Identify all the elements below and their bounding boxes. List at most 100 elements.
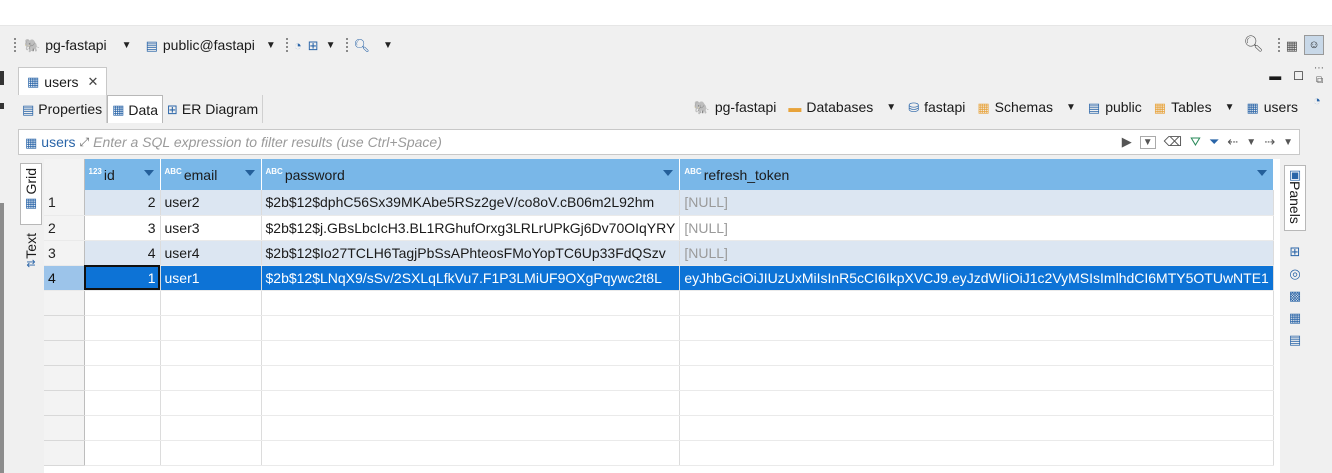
cell-password[interactable]: $2b$12$dphC56Sx39MKAbe5RSz2geV/co8oV.cB0…	[261, 190, 681, 216]
connection-selector[interactable]: 🐘 pg-fastapi ▼	[24, 37, 132, 53]
search-dropdown-button[interactable]: 🔍︎ ▼	[354, 39, 393, 52]
column-header-email[interactable]: ABC email	[160, 159, 262, 190]
sort-arrow-icon[interactable]	[244, 170, 255, 176]
cell-email[interactable]: user3	[160, 215, 262, 241]
crumb-connection[interactable]: 🐘 pg-fastapi	[694, 99, 777, 115]
crumb-database[interactable]: ⛁ fastapi	[908, 99, 965, 115]
row-number[interactable]: 1	[44, 190, 85, 216]
cell-refresh-token[interactable]: [NULL]	[679, 215, 1274, 241]
chevron-down-icon[interactable]: ▼	[266, 40, 276, 51]
cell-password[interactable]: $2b$12$j.GBsLbcIcH3.BL1RGhufOrxg3LRLrUPk…	[261, 215, 681, 241]
references-icon[interactable]: ▤	[1288, 333, 1302, 347]
right-trim: ⋯ ⧉ ◔	[1310, 63, 1332, 473]
cell-email[interactable]: user2	[160, 190, 262, 216]
crumb-databases[interactable]: ▬ Databases ▼	[788, 99, 896, 115]
crumb-table[interactable]: ▦ users	[1246, 99, 1298, 115]
metadata-panel-icon[interactable]: ⊞	[1288, 245, 1302, 259]
tab-grid-label: Grid	[23, 168, 39, 195]
panels-toggle[interactable]: ▣ Panels	[1284, 165, 1306, 231]
chevron-down-icon[interactable]: ▼	[326, 40, 336, 51]
avatar[interactable]: ☺	[1304, 35, 1324, 55]
expand-icon[interactable]: ⤢	[80, 136, 90, 148]
cell-id[interactable]: 2	[84, 190, 161, 216]
cell-refresh-token[interactable]: [NULL]	[679, 240, 1274, 266]
crumb-label: fastapi	[924, 99, 966, 115]
chevron-down-icon[interactable]: ▼	[1283, 137, 1293, 148]
crumb-schemas[interactable]: ▦ Schemas ▼	[977, 99, 1076, 115]
cell-refresh-token[interactable]: eyJhbGciOiJIUzUxMiIsInR5cCI6IkpXVCJ9.eyJ…	[679, 265, 1274, 291]
folder-icon: ▦	[977, 99, 990, 115]
tab-er-diagram[interactable]: ⊞ ER Diagram	[163, 95, 264, 123]
filter-settings-icon[interactable]: ⛛	[1190, 134, 1201, 150]
back-icon[interactable]: ⇠	[1227, 134, 1238, 150]
restore-window-icon[interactable]: ⧉	[1316, 75, 1323, 86]
grouping-icon[interactable]: ▩	[1288, 289, 1302, 303]
row-number[interactable]: 4	[44, 265, 85, 291]
forward-icon[interactable]: ⇢	[1264, 134, 1275, 150]
cell-id[interactable]: 3	[84, 215, 161, 241]
sort-arrow-icon[interactable]	[663, 170, 674, 176]
table-row-selected[interactable]: 4 1 user1 $2b$12$LNqX9/sSv/2SXLqLfkVu7.F…	[44, 265, 1274, 291]
connection-name: pg-fastapi	[45, 37, 107, 53]
schema-icon: ▤	[1087, 99, 1101, 115]
cell-email[interactable]: user1	[160, 265, 262, 291]
global-search-button[interactable]: 🔍︎	[1243, 37, 1263, 53]
row-number[interactable]: 3	[44, 240, 85, 266]
filter-table-label[interactable]: ▦ users	[19, 134, 80, 150]
funnel-icon[interactable]: ⏷	[1209, 134, 1219, 150]
sort-arrow-icon[interactable]	[1256, 170, 1267, 176]
column-header-refresh-token[interactable]: ABC refresh_token	[679, 159, 1274, 190]
clear-filter-icon[interactable]: ⌫	[1164, 134, 1182, 150]
chevron-down-icon[interactable]: ▼	[122, 40, 132, 51]
tab-properties[interactable]: ▤ Properties	[18, 95, 108, 123]
crumb-tables[interactable]: ▦ Tables ▼	[1154, 99, 1235, 115]
chevron-down-icon[interactable]: ▼	[1225, 102, 1235, 113]
open-perspective-button[interactable]: ▦	[1286, 39, 1298, 52]
cell-refresh-token[interactable]: [NULL]	[679, 190, 1274, 216]
cell-password[interactable]: $2b$12$LNqX9/sSv/2SXLqLfkVu7.F1P3LMiUF9O…	[261, 265, 681, 291]
editor-area: ▦ users ✕ ▬ ☐ ▤ Properties ▦ Data ⊞ ER D…	[14, 63, 1310, 473]
apply-filter-icon[interactable]: ▶	[1122, 134, 1132, 150]
tab-text[interactable]: Text ⇄	[20, 233, 42, 285]
column-header-id[interactable]: 123 id	[84, 159, 161, 190]
calc-icon[interactable]: ▦	[1288, 311, 1302, 325]
table-row[interactable]: 2 3 user3 $2b$12$j.GBsLbcIcH3.BL1RGhufOr…	[44, 215, 1274, 241]
results-table: 123 id ABC email ABC password ABC refresh_to…	[44, 159, 1274, 466]
toolbar-grip	[1277, 38, 1282, 52]
schema-selector[interactable]: ▤ public@fastapi ▼	[146, 37, 276, 53]
chevron-down-icon[interactable]: ▼	[886, 102, 896, 113]
close-icon[interactable]: ✕	[88, 74, 99, 90]
cell-password[interactable]: $2b$12$Io27TCLH6TagjPbSsAPhteosFMoYopTC6…	[261, 240, 681, 266]
value-viewer-icon[interactable]: ◎	[1288, 267, 1302, 281]
commit-mode-button[interactable]: ⊞ ▼	[308, 39, 336, 52]
search-icon: 🔍︎	[353, 37, 371, 53]
sort-arrow-icon[interactable]	[143, 170, 154, 176]
breadcrumb: 🐘 pg-fastapi ▬ Databases ▼ ⛁ fastapi ▦ S…	[686, 99, 1298, 115]
minimize-icon[interactable]: ▬	[1269, 69, 1281, 83]
column-header-password[interactable]: ABC password	[261, 159, 681, 190]
row-number[interactable]: 2	[44, 215, 85, 241]
tab-grid[interactable]: Grid ▦	[20, 163, 42, 225]
table-row[interactable]: 1 2 user2 $2b$12$dphC56Sx39MKAbe5RSz2geV…	[44, 190, 1274, 216]
dashboard-icon[interactable]: ◔	[1313, 93, 1321, 108]
grid-icon: ▦	[24, 195, 38, 211]
tab-users[interactable]: ▦ users ✕	[18, 67, 108, 95]
table-row[interactable]: 3 4 user4 $2b$12$Io27TCLH6TagjPbSsAPhteo…	[44, 240, 1274, 266]
chevron-down-icon[interactable]: ▼	[1066, 102, 1076, 113]
tab-data[interactable]: ▦ Data	[107, 95, 163, 123]
filter-bar: ▦ users ⤢ Enter a SQL expression to filt…	[18, 129, 1300, 155]
cell-id[interactable]: 1	[84, 265, 161, 291]
cell-email[interactable]: user4	[160, 240, 262, 266]
toolbar-grip	[14, 38, 18, 52]
transaction-mode-button[interactable]: ◔	[294, 39, 302, 52]
restore-icon[interactable]: ⋯	[1314, 63, 1324, 74]
cell-id[interactable]: 4	[84, 240, 161, 266]
maximize-icon[interactable]: ☐	[1293, 69, 1304, 83]
table-icon: ▦	[27, 74, 40, 89]
chevron-down-icon[interactable]: ▼	[1246, 137, 1256, 148]
filter-input[interactable]: Enter a SQL expression to filter results…	[89, 134, 1122, 150]
filter-history-icon[interactable]: ▼	[1139, 135, 1156, 149]
crumb-schema[interactable]: ▤ public	[1088, 99, 1142, 115]
numeric-type-icon: 123	[88, 166, 102, 176]
chevron-down-icon[interactable]: ▼	[383, 40, 393, 51]
